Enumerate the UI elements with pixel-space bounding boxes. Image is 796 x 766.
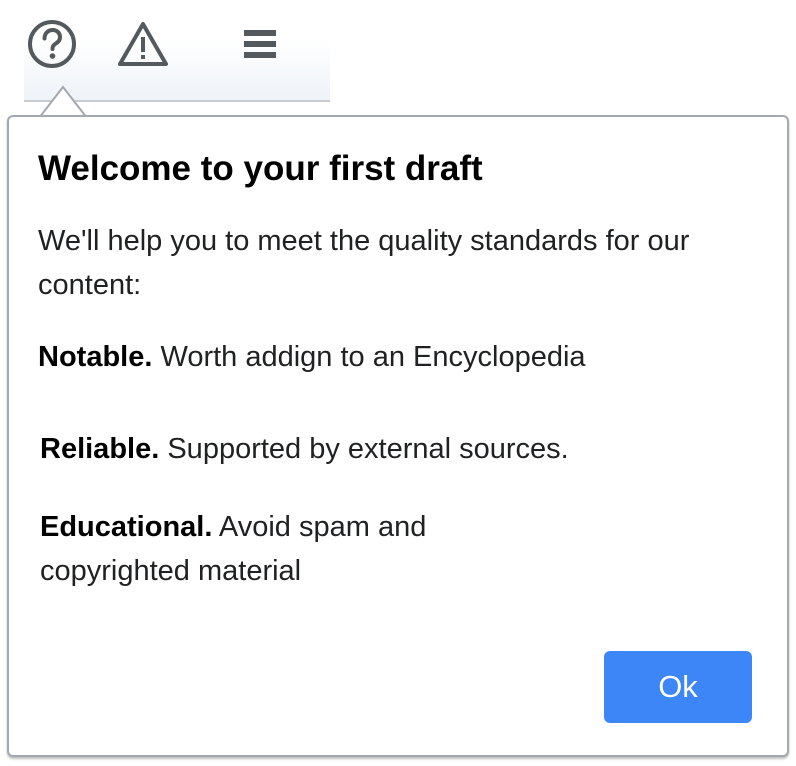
ok-button[interactable]: Ok [604, 651, 752, 723]
item-label: Educational. [40, 511, 213, 543]
item-text: Supported by external sources. [167, 433, 569, 465]
warning-icon [118, 22, 168, 66]
popup-title: Welcome to your first draft [38, 149, 483, 188]
quality-item-notable: Notable. Worth addign to an Encyclopedia [38, 335, 586, 379]
item-text: Worth addign to an Encyclopedia [160, 341, 586, 373]
menu-button[interactable] [232, 16, 288, 72]
quality-item-educational: Educational. Avoid spam and copyrighted … [40, 505, 560, 593]
item-label: Reliable. [40, 433, 160, 465]
welcome-popup: Welcome to your first draft We'll help y… [7, 115, 789, 757]
warning-button[interactable] [115, 16, 171, 72]
help-icon [28, 20, 76, 68]
quality-item-reliable: Reliable. Supported by external sources. [40, 427, 569, 471]
popup-intro: We'll help you to meet the quality stand… [38, 225, 690, 301]
menu-icon [244, 30, 276, 58]
help-button[interactable] [24, 16, 80, 72]
item-label: Notable. [38, 341, 153, 373]
